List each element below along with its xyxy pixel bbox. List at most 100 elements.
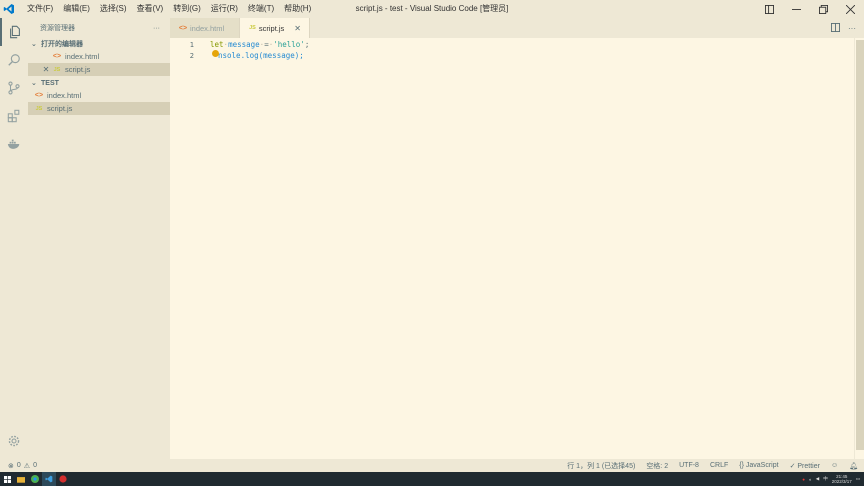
tab-label: script.js — [258, 23, 285, 33]
file-label: script.js — [47, 104, 73, 113]
braces-icon: {} — [739, 462, 744, 469]
lightbulb-icon[interactable] — [212, 50, 219, 57]
open-editors-section[interactable]: ⌄ 打开的编辑器 — [28, 38, 170, 50]
code-line: 2 nsole.log(message); — [170, 50, 854, 61]
html-file-icon: <> — [34, 92, 44, 99]
settings-gear-icon[interactable] — [0, 427, 28, 455]
indentation[interactable]: 空格: 2 — [646, 461, 668, 471]
editor-tab-bar: <> index.html JS script.js ✕ ··· — [170, 18, 864, 38]
more-actions-icon[interactable]: ··· — [153, 25, 160, 32]
explorer-title: 资源管理器 — [40, 25, 75, 32]
tray-clock[interactable]: 21:45 2022/3/17 — [832, 474, 852, 484]
menu-bar: 文件(F) 编辑(E) 选择(S) 查看(V) 转到(G) 运行(R) 终端(T… — [22, 0, 316, 18]
start-windows-icon[interactable] — [0, 472, 14, 486]
split-editor-icon[interactable] — [831, 22, 840, 34]
language-label: JavaScript — [745, 462, 779, 469]
warning-count: 0 — [33, 462, 37, 469]
string-literal: 'hello' — [273, 40, 305, 49]
tray-app-icon[interactable]: ● — [802, 477, 805, 482]
minimize-icon[interactable] — [783, 0, 810, 18]
open-editor-item[interactable]: ✕ JS script.js — [28, 63, 170, 76]
error-count: 0 — [16, 462, 21, 469]
source-control-icon[interactable] — [0, 74, 28, 102]
folder-section[interactable]: ⌄ TEST — [28, 77, 170, 89]
menu-selection[interactable]: 选择(S) — [95, 0, 132, 18]
clock-date: 2022/3/17 — [831, 479, 852, 484]
more-actions-icon[interactable]: ··· — [848, 24, 856, 33]
chrome-taskbar-icon[interactable] — [28, 472, 42, 486]
activity-bar — [0, 18, 28, 459]
window-controls — [756, 0, 864, 18]
prettier-status[interactable]: ✓ Prettier — [790, 462, 820, 470]
file-tree-item[interactable]: JS script.js — [28, 102, 170, 115]
error-icon: ⊗ — [8, 462, 14, 470]
html-file-icon: <> — [52, 53, 62, 60]
app-taskbar-icon[interactable] — [56, 472, 70, 486]
js-file-icon: JS — [249, 25, 256, 31]
explorer-header: 资源管理器 ··· — [28, 18, 170, 38]
menu-view[interactable]: 查看(V) — [132, 0, 169, 18]
menu-go[interactable]: 转到(G) — [168, 0, 206, 18]
tab-script-js[interactable]: JS script.js ✕ — [240, 18, 310, 38]
vscode-logo-icon — [0, 0, 18, 18]
tray-network-icon[interactable]: ◐ — [809, 477, 812, 482]
editor-scrollbar[interactable] — [854, 38, 864, 459]
tray-ime-icon[interactable]: 中 — [823, 476, 828, 482]
file-explorer-taskbar-icon[interactable] — [14, 472, 28, 486]
open-editors-label: 打开的编辑器 — [41, 41, 83, 48]
language-mode[interactable]: {} JavaScript — [739, 462, 778, 469]
scroll-thumb[interactable] — [856, 40, 864, 450]
system-tray: ● ◐ ◀ 中 21:45 2022/3/17 ▭ — [802, 472, 860, 486]
encoding[interactable]: UTF-8 — [679, 462, 699, 469]
code-text: nsole.log(message); — [218, 51, 304, 60]
open-editor-label: index.html — [65, 52, 100, 61]
feedback-icon[interactable]: ☺ — [831, 462, 838, 469]
close-tab-icon[interactable]: ✕ — [294, 24, 301, 33]
html-file-icon: <> — [178, 24, 188, 32]
open-editor-label: script.js — [65, 65, 91, 74]
layout-icon[interactable] — [756, 0, 783, 18]
explorer-sidebar: 资源管理器 ··· ⌄ 打开的编辑器 <> index.html ✕ JS sc… — [28, 18, 170, 459]
tab-index-html[interactable]: <> index.html — [170, 18, 240, 38]
js-file-icon: JS — [35, 105, 43, 112]
cursor-position[interactable]: 行 1，列 1 (已选择45) — [567, 461, 635, 471]
menu-help[interactable]: 帮助(H) — [279, 0, 316, 18]
menu-file[interactable]: 文件(F) — [22, 0, 58, 18]
keyword: let — [210, 40, 224, 49]
tab-label: index.html — [190, 23, 225, 33]
vscode-taskbar-icon[interactable] — [42, 472, 56, 486]
code-editor[interactable]: 1 let·message·=·'hello'; 2 nsole.log(mes… — [170, 38, 854, 459]
menu-terminal[interactable]: 终端(T) — [243, 0, 279, 18]
file-tree-item[interactable]: <> index.html — [28, 89, 170, 102]
menu-run[interactable]: 运行(R) — [206, 0, 243, 18]
prettier-label: Prettier — [797, 462, 820, 470]
status-bar: ⊗ 0 ⚠ 0 行 1，列 1 (已选择45) 空格: 2 UTF-8 CRLF… — [0, 459, 864, 472]
notification-center-icon[interactable]: ▭ — [856, 476, 860, 482]
explorer-icon[interactable] — [0, 18, 28, 46]
problems-indicator[interactable]: ⊗ 0 ⚠ 0 — [0, 462, 37, 470]
folder-label: TEST — [41, 79, 59, 87]
line-ending[interactable]: CRLF — [710, 462, 728, 469]
tray-volume-icon[interactable]: ◀ — [816, 476, 819, 482]
line-number: 1 — [189, 40, 194, 49]
open-editor-item[interactable]: <> index.html — [28, 50, 170, 63]
editor-actions: ··· — [831, 18, 856, 38]
extensions-icon[interactable] — [0, 102, 28, 130]
docker-icon[interactable] — [0, 130, 28, 158]
chevron-down-icon: ⌄ — [31, 41, 37, 48]
identifier: message — [228, 40, 260, 49]
semicolon: ; — [304, 40, 310, 49]
restore-icon[interactable] — [810, 0, 837, 18]
status-right: 行 1，列 1 (已选择45) 空格: 2 UTF-8 CRLF {} Java… — [567, 461, 858, 471]
menu-edit[interactable]: 编辑(E) — [58, 0, 95, 18]
check-icon: ✓ — [789, 462, 796, 470]
close-editor-icon[interactable]: ✕ — [40, 65, 52, 74]
code-text: let·message·=·'hello'; — [210, 40, 310, 49]
chevron-down-icon: ⌄ — [31, 80, 37, 87]
line-number: 2 — [189, 51, 194, 60]
notifications-bell-icon[interactable]: 🔔︎ — [849, 462, 858, 470]
search-icon[interactable] — [0, 46, 28, 74]
title-bar: 文件(F) 编辑(E) 选择(S) 查看(V) 转到(G) 运行(R) 终端(T… — [0, 0, 864, 18]
close-window-icon[interactable] — [837, 0, 864, 18]
js-file-icon: JS — [53, 66, 61, 73]
